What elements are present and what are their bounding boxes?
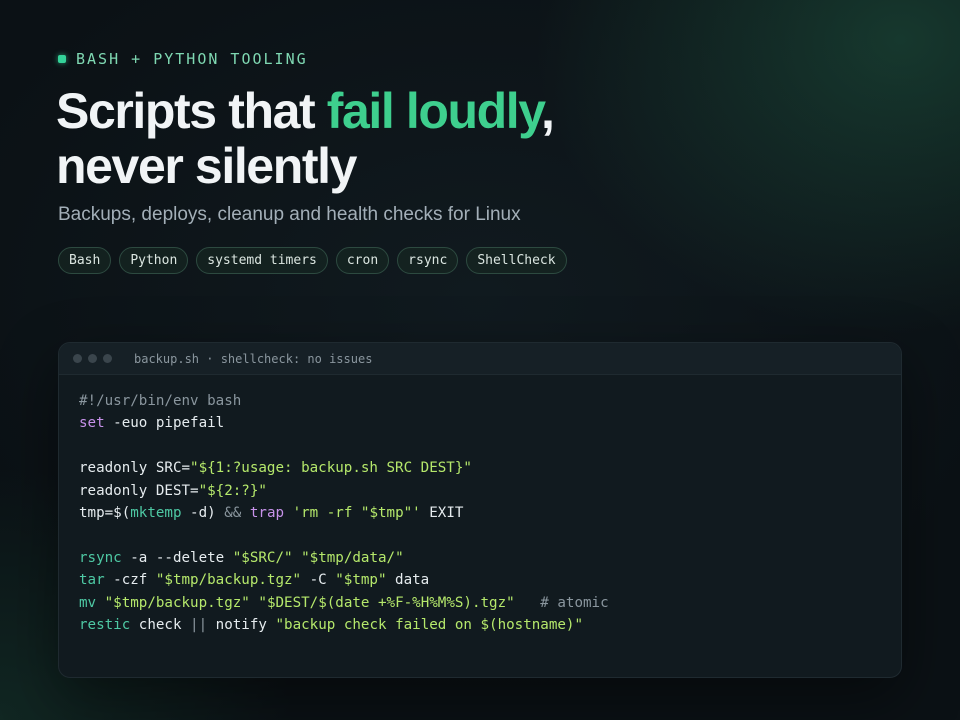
- code-window-title: backup.sh · shellcheck: no issues: [134, 351, 373, 366]
- code-token: # atomic: [540, 594, 609, 611]
- code-token: trap: [249, 504, 285, 521]
- headline-accent: fail loudly: [326, 83, 543, 139]
- code-token: -C: [301, 572, 336, 589]
- code-token: "$tmp/backup.tgz": [104, 594, 250, 611]
- window-close-dot-icon: [73, 354, 82, 363]
- code-token: -a --delete: [121, 549, 233, 566]
- code-line: #!/usr/bin/env bash: [79, 390, 881, 412]
- code-token: "${1:?usage: backup.sh SRC DEST}": [190, 460, 472, 477]
- code-token: mv: [79, 594, 97, 611]
- tag-python: Python: [119, 247, 189, 274]
- headline-part1: Scripts that: [56, 83, 327, 139]
- code-token: #!/usr/bin/env bash: [79, 393, 242, 409]
- code-token: mktemp: [130, 504, 182, 521]
- code-line: mv "$tmp/backup.tgz" "$DEST/$(date +%F-%…: [79, 592, 881, 614]
- eyebrow-label: BASH + PYTHON TOOLING: [76, 50, 308, 68]
- code-token: -euo pipefail: [104, 415, 225, 432]
- code-window-titlebar: backup.sh · shellcheck: no issues: [59, 343, 901, 375]
- headline-line2: never silently: [56, 138, 357, 194]
- code-token: 'rm -rf "$tmp"': [292, 504, 421, 521]
- code-token: "$DEST/$(date +%F-%H%M%S).tgz": [258, 594, 515, 611]
- tag-bash: Bash: [58, 247, 112, 274]
- code-token: data: [386, 572, 430, 589]
- eyebrow: BASH + PYTHON TOOLING: [58, 50, 308, 68]
- page-title: Scripts that fail loudly, never silently: [56, 84, 756, 194]
- code-line: readonly SRC="${1:?usage: backup.sh SRC …: [79, 457, 881, 479]
- code-line: set -euo pipefail: [79, 412, 881, 434]
- code-line: tar -czf "$tmp/backup.tgz" -C "$tmp" dat…: [79, 569, 881, 591]
- code-line: rsync -a --delete "$SRC/" "$tmp/data/": [79, 547, 881, 569]
- code-token: "$tmp": [335, 572, 387, 589]
- code-token: set: [79, 415, 105, 432]
- code-token: tmp=$(: [79, 504, 131, 521]
- code-token: restic: [79, 616, 131, 633]
- code-line: restic check || notify "backup check fai…: [79, 614, 881, 636]
- code-token: "$tmp/backup.tgz": [155, 572, 302, 589]
- code-token: &&: [224, 504, 242, 521]
- tag-shellcheck: ShellCheck: [466, 247, 567, 274]
- headline-part2: ,: [541, 83, 555, 139]
- code-token: check: [130, 616, 191, 633]
- code-window: backup.sh · shellcheck: no issues #!/usr…: [58, 342, 902, 678]
- code-token: "backup check failed on $(hostname)": [275, 616, 583, 633]
- code-token: readonly SRC=: [79, 460, 191, 477]
- tag-list: Bash Python systemd timers cron rsync Sh…: [58, 247, 567, 274]
- tag-cron: cron: [335, 247, 390, 274]
- code-line: readonly DEST="${2:?}": [79, 480, 881, 502]
- code-token: -czf: [104, 572, 156, 589]
- code-block: #!/usr/bin/env bash set -euo pipefail read…: [59, 375, 901, 636]
- code-token: ||: [190, 616, 208, 633]
- window-minimize-dot-icon: [88, 354, 97, 363]
- code-token: EXIT: [420, 504, 464, 521]
- code-token: "$tmp/data/": [301, 549, 404, 566]
- tag-rsync: rsync: [397, 247, 459, 274]
- subtitle: Backups, deploys, cleanup and health che…: [58, 204, 521, 225]
- code-token: "$SRC/": [232, 549, 293, 566]
- code-line: tmp=$(mktemp -d) && trap 'rm -rf "$tmp"'…: [79, 502, 881, 524]
- code-token: readonly DEST=: [79, 482, 199, 499]
- code-token: "${2:?}": [198, 482, 267, 499]
- code-token: -d): [181, 504, 225, 521]
- code-token: rsync: [79, 549, 122, 566]
- code-token: tar: [79, 572, 105, 589]
- code-token: notify: [207, 616, 276, 633]
- tag-systemd-timers: systemd timers: [196, 247, 328, 274]
- window-maximize-dot-icon: [103, 354, 112, 363]
- status-dot-icon: [58, 55, 66, 63]
